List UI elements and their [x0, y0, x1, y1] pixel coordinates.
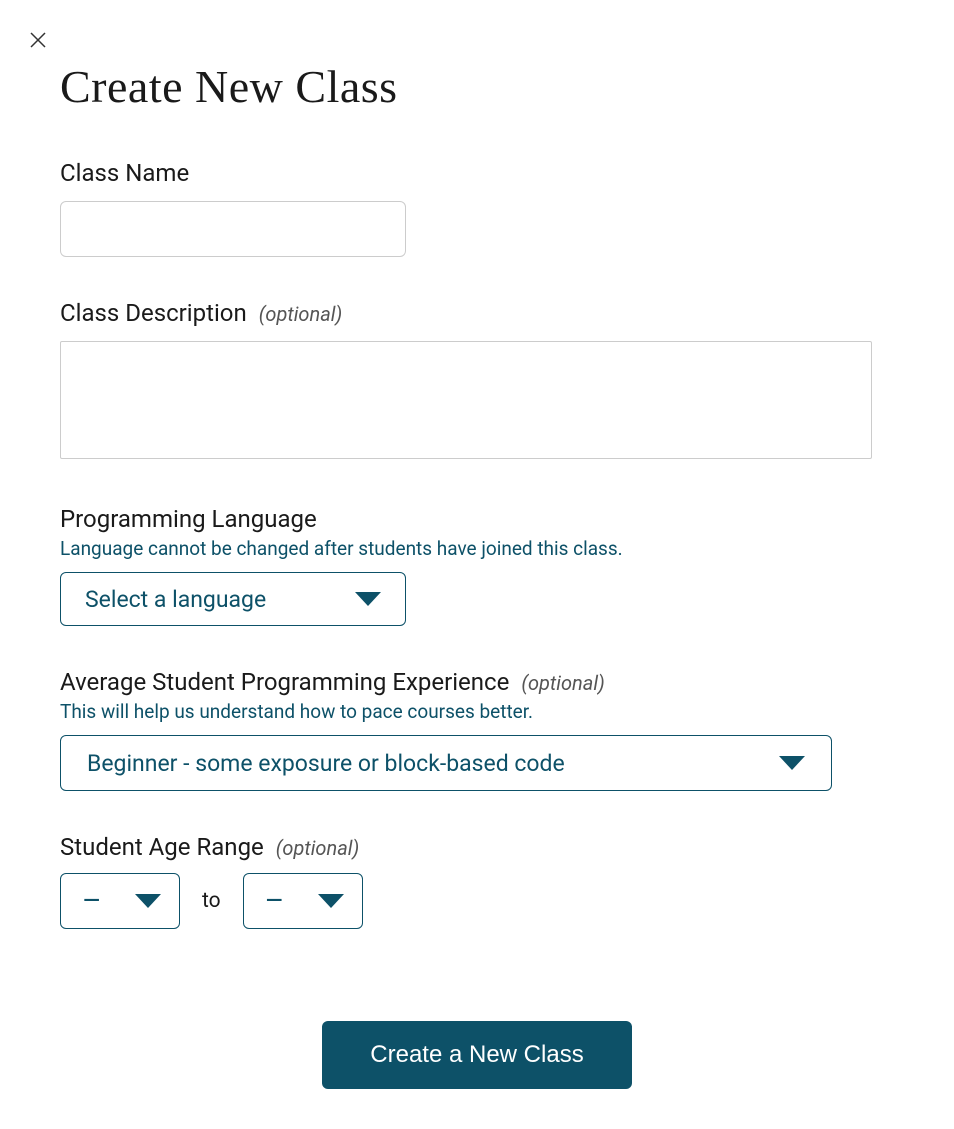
programming-language-group: Programming Language Language cannot be …	[60, 505, 894, 626]
experience-selected: Beginner - some exposure or block-based …	[87, 750, 565, 777]
chevron-down-icon	[318, 894, 344, 908]
class-description-optional: (optional)	[259, 302, 342, 326]
programming-language-hint: Language cannot be changed after student…	[60, 537, 894, 560]
age-to-select[interactable]: —	[243, 873, 363, 929]
age-from-selected: —	[83, 889, 100, 914]
chevron-down-icon	[355, 592, 381, 606]
create-class-button[interactable]: Create a New Class	[322, 1021, 631, 1089]
age-range-group: Student Age Range (optional) — to —	[60, 833, 894, 929]
age-from-select[interactable]: —	[60, 873, 180, 929]
chevron-down-icon	[135, 894, 161, 908]
experience-hint: This will help us understand how to pace…	[60, 700, 894, 723]
age-range-label: Student Age Range	[60, 833, 264, 861]
class-name-group: Class Name	[60, 159, 894, 257]
class-name-input[interactable]	[60, 201, 406, 257]
class-description-label: Class Description	[60, 299, 247, 327]
class-description-group: Class Description (optional)	[60, 299, 894, 463]
chevron-down-icon	[779, 756, 805, 770]
age-range-separator: to	[202, 889, 221, 913]
programming-language-selected: Select a language	[85, 586, 266, 613]
programming-language-label: Programming Language	[60, 505, 317, 533]
close-icon	[30, 32, 46, 48]
age-to-selected: —	[266, 889, 283, 914]
close-button[interactable]	[26, 28, 50, 52]
experience-label: Average Student Programming Experience	[60, 668, 509, 696]
experience-optional: (optional)	[521, 671, 604, 695]
create-class-form: Create New Class Class Name Class Descri…	[0, 0, 954, 1129]
experience-group: Average Student Programming Experience (…	[60, 668, 894, 791]
class-name-label: Class Name	[60, 159, 189, 187]
age-range-optional: (optional)	[276, 836, 359, 860]
page-title: Create New Class	[60, 60, 894, 113]
programming-language-select[interactable]: Select a language	[60, 572, 406, 626]
experience-select[interactable]: Beginner - some exposure or block-based …	[60, 735, 832, 791]
class-description-input[interactable]	[60, 341, 872, 459]
